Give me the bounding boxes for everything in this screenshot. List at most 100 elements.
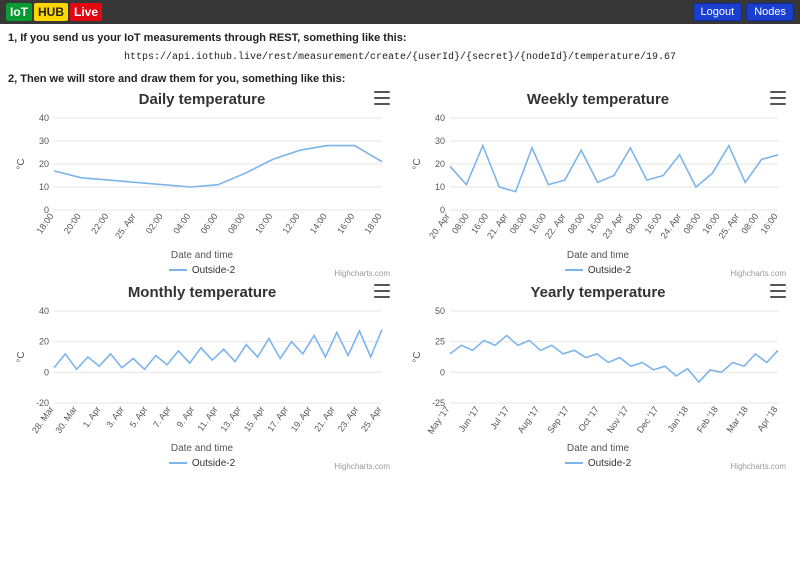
svg-text:11. Apr: 11. Apr xyxy=(195,404,219,433)
svg-text:Jan '18: Jan '18 xyxy=(665,404,690,433)
svg-text:30: 30 xyxy=(39,136,49,146)
api-url-example: https://api.iothub.live/rest/measurement… xyxy=(8,52,792,63)
svg-text:18:00: 18:00 xyxy=(363,211,384,235)
svg-text:21. Apr: 21. Apr xyxy=(312,404,337,433)
svg-text:40: 40 xyxy=(39,113,49,123)
logo-hub: HUB xyxy=(34,3,68,21)
svg-text:08:00: 08:00 xyxy=(623,211,644,235)
svg-text:15. Apr: 15. Apr xyxy=(242,404,267,433)
svg-text:Nov '17: Nov '17 xyxy=(605,404,631,435)
intro-line-2: 2, Then we will store and draw them for … xyxy=(8,73,792,85)
svg-text:0: 0 xyxy=(44,367,49,377)
svg-text:20: 20 xyxy=(39,159,49,169)
svg-text:9. Apr: 9. Apr xyxy=(175,404,197,429)
svg-text:Feb '18: Feb '18 xyxy=(695,404,720,434)
svg-text:0: 0 xyxy=(440,367,445,377)
chart-credits[interactable]: Highcharts.com xyxy=(334,269,390,278)
intro-line-1: 1, If you send us your IoT measurements … xyxy=(8,32,792,44)
logo-live: Live xyxy=(70,3,102,21)
legend-swatch xyxy=(565,462,583,464)
svg-text:17. Apr: 17. Apr xyxy=(265,404,290,433)
svg-text:3. Apr: 3. Apr xyxy=(104,404,126,429)
svg-text:°C: °C xyxy=(16,351,27,362)
svg-text:28. Mar: 28. Mar xyxy=(30,404,56,435)
svg-text:16:00: 16:00 xyxy=(335,211,356,235)
chart-menu-icon[interactable] xyxy=(374,284,390,298)
svg-text:14:00: 14:00 xyxy=(308,211,329,235)
svg-text:Apr '18: Apr '18 xyxy=(755,404,779,433)
svg-text:18:00: 18:00 xyxy=(35,211,56,235)
legend-series-name: Outside-2 xyxy=(192,458,235,469)
legend-swatch xyxy=(565,269,583,271)
logo-iot: IoT xyxy=(6,3,32,21)
chart-weekly: Weekly temperature01020304020. Apr08:001… xyxy=(404,89,792,278)
chart-yearly: Yearly temperature-2502550May '17Jun '17… xyxy=(404,282,792,471)
svg-text:13. Apr: 13. Apr xyxy=(218,404,243,433)
svg-text:08:00: 08:00 xyxy=(450,211,471,235)
svg-text:20. Apr: 20. Apr xyxy=(427,211,452,240)
svg-text:Oct '17: Oct '17 xyxy=(576,404,600,433)
svg-text:10:00: 10:00 xyxy=(253,211,274,235)
svg-text:23. Apr: 23. Apr xyxy=(336,404,361,433)
svg-text:Jun '17: Jun '17 xyxy=(457,404,482,433)
page-content: 1, If you send us your IoT measurements … xyxy=(0,24,800,471)
nodes-button[interactable]: Nodes xyxy=(746,3,794,21)
svg-text:Dec '17: Dec '17 xyxy=(635,404,661,435)
svg-text:1. Apr: 1. Apr xyxy=(81,404,103,429)
chart-credits[interactable]: Highcharts.com xyxy=(730,269,786,278)
svg-text:30: 30 xyxy=(435,136,445,146)
svg-text:Aug '17: Aug '17 xyxy=(516,404,542,435)
svg-text:19. Apr: 19. Apr xyxy=(289,404,314,433)
svg-text:20: 20 xyxy=(39,337,49,347)
svg-text:12:00: 12:00 xyxy=(281,211,302,235)
chart-menu-icon[interactable] xyxy=(374,91,390,105)
chart-plot: -2502550May '17Jun '17Jul '17Aug '17Sep … xyxy=(404,305,792,445)
svg-text:08:00: 08:00 xyxy=(566,211,587,235)
chart-credits[interactable]: Highcharts.com xyxy=(334,462,390,471)
chart-menu-icon[interactable] xyxy=(770,91,786,105)
chart-daily: Daily temperature01020304018:0020:0022:0… xyxy=(8,89,396,278)
svg-text:25. Apr: 25. Apr xyxy=(359,404,384,433)
chart-menu-icon[interactable] xyxy=(770,284,786,298)
logout-button[interactable]: Logout xyxy=(693,3,743,21)
svg-text:Sep '17: Sep '17 xyxy=(545,404,571,435)
svg-text:02:00: 02:00 xyxy=(144,211,165,235)
svg-text:50: 50 xyxy=(435,306,445,316)
svg-text:08:00: 08:00 xyxy=(226,211,247,235)
legend-series-name: Outside-2 xyxy=(588,458,631,469)
svg-text:Mar '18: Mar '18 xyxy=(725,404,750,434)
svg-text:30. Mar: 30. Mar xyxy=(53,404,79,435)
chart-plot: -200204028. Mar30. Mar1. Apr3. Apr5. Apr… xyxy=(8,305,396,445)
svg-text:22:00: 22:00 xyxy=(89,211,110,235)
svg-text:40: 40 xyxy=(435,113,445,123)
chart-plot: 01020304020. Apr08:0016:0021. Apr08:0016… xyxy=(404,112,792,252)
svg-text:10: 10 xyxy=(435,182,445,192)
svg-text:5. Apr: 5. Apr xyxy=(128,404,150,429)
chart-title: Monthly temperature xyxy=(8,284,396,301)
svg-text:Jul '17: Jul '17 xyxy=(488,404,511,431)
legend-swatch xyxy=(169,462,187,464)
svg-text:16:00: 16:00 xyxy=(759,211,780,235)
svg-text:°C: °C xyxy=(412,351,423,362)
svg-text:7. Apr: 7. Apr xyxy=(151,404,173,429)
legend-series-name: Outside-2 xyxy=(588,265,631,276)
svg-text:08:00: 08:00 xyxy=(739,211,760,235)
svg-text:20: 20 xyxy=(435,159,445,169)
top-bar: IoT HUB Live Logout Nodes xyxy=(0,0,800,24)
nav-buttons: Logout Nodes xyxy=(693,3,794,21)
svg-text:04:00: 04:00 xyxy=(171,211,192,235)
logo[interactable]: IoT HUB Live xyxy=(6,3,102,21)
legend-swatch xyxy=(169,269,187,271)
svg-text:06:00: 06:00 xyxy=(199,211,220,235)
chart-title: Daily temperature xyxy=(8,91,396,108)
chart-monthly: Monthly temperature-200204028. Mar30. Ma… xyxy=(8,282,396,471)
svg-text:24. Apr: 24. Apr xyxy=(659,211,684,240)
svg-text:25. Apr: 25. Apr xyxy=(716,211,741,240)
svg-text:21. Apr: 21. Apr xyxy=(485,211,510,240)
chart-title: Weekly temperature xyxy=(404,91,792,108)
svg-text:May '17: May '17 xyxy=(426,404,452,435)
svg-text:40: 40 xyxy=(39,306,49,316)
svg-text:°C: °C xyxy=(16,158,27,169)
chart-credits[interactable]: Highcharts.com xyxy=(730,462,786,471)
charts-grid: Daily temperature01020304018:0020:0022:0… xyxy=(8,89,792,471)
